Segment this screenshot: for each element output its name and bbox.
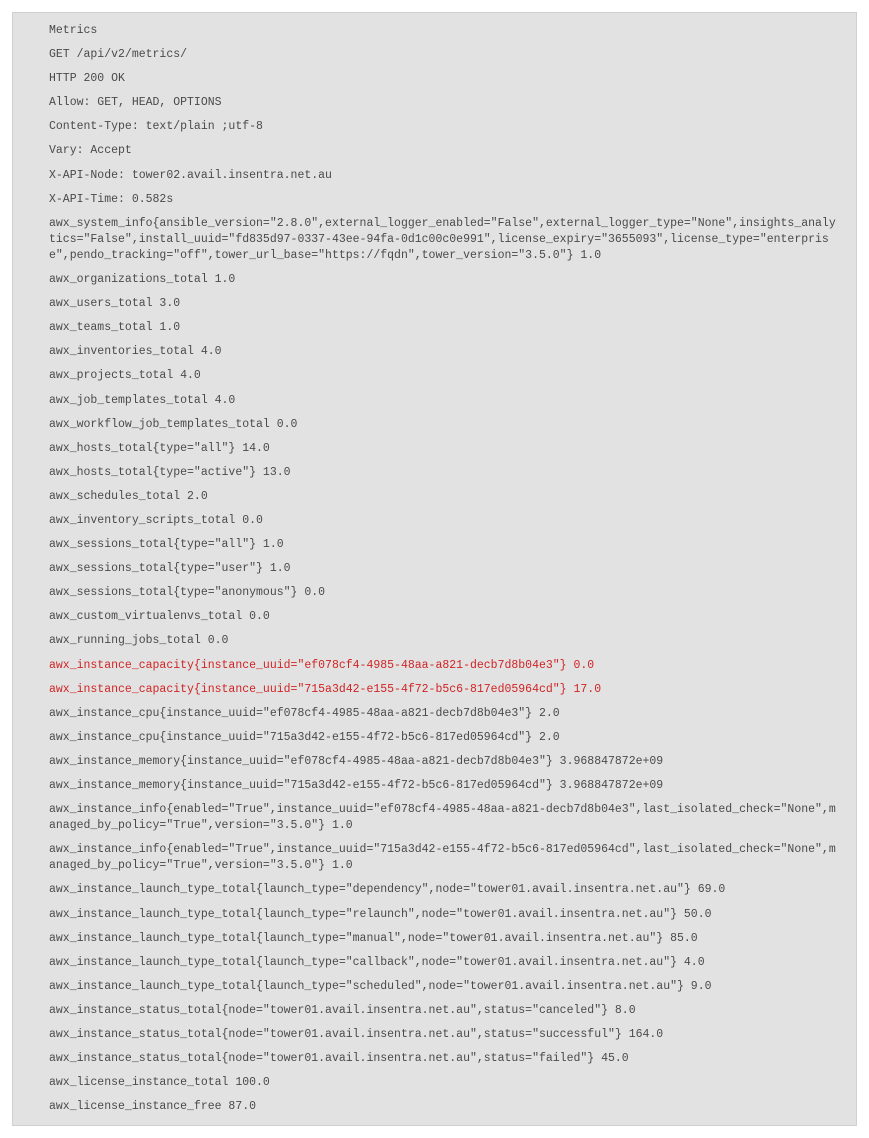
metrics-line: awx_instance_launch_type_total{launch_ty… [49,979,842,995]
metrics-line: awx_system_info{ansible_version="2.8.0",… [49,216,842,264]
metrics-line: awx_organizations_total 1.0 [49,272,842,288]
metrics-line: awx_inventories_total 4.0 [49,344,842,360]
metrics-line: awx_running_jobs_total 0.0 [49,633,842,649]
metrics-line: awx_instance_info{enabled="True",instanc… [49,842,842,874]
metrics-line: Content-Type: text/plain ;utf-8 [49,119,842,135]
metrics-line-highlight: awx_instance_capacity{instance_uuid="715… [49,682,842,698]
metrics-line: awx_teams_total 1.0 [49,320,842,336]
metrics-line: awx_instance_launch_type_total{launch_ty… [49,955,842,971]
metrics-line: awx_instance_info{enabled="True",instanc… [49,802,842,834]
metrics-line: awx_instance_launch_type_total{launch_ty… [49,931,842,947]
metrics-line: awx_inventory_scripts_total 0.0 [49,513,842,529]
metrics-line: awx_instance_cpu{instance_uuid="715a3d42… [49,730,842,746]
metrics-line: awx_job_templates_total 4.0 [49,393,842,409]
metrics-line: awx_schedules_total 2.0 [49,489,842,505]
metrics-line: awx_users_total 3.0 [49,296,842,312]
metrics-line: awx_instance_cpu{instance_uuid="ef078cf4… [49,706,842,722]
metrics-line-highlight: awx_instance_capacity{instance_uuid="ef0… [49,658,842,674]
metrics-line: GET /api/v2/metrics/ [49,47,842,63]
metrics-line: Vary: Accept [49,143,842,159]
metrics-line: awx_instance_status_total{node="tower01.… [49,1051,842,1067]
metrics-line: awx_instance_status_total{node="tower01.… [49,1027,842,1043]
metrics-line: awx_instance_status_total{node="tower01.… [49,1003,842,1019]
metrics-line: awx_license_instance_free 87.0 [49,1099,842,1115]
metrics-line: X-API-Time: 0.582s [49,192,842,208]
metrics-line: HTTP 200 OK [49,71,842,87]
metrics-line: awx_instance_memory{instance_uuid="715a3… [49,778,842,794]
metrics-line: Metrics [49,23,842,39]
metrics-line: awx_custom_virtualenvs_total 0.0 [49,609,842,625]
metrics-line: awx_hosts_total{type="all"} 14.0 [49,441,842,457]
metrics-line: awx_instance_launch_type_total{launch_ty… [49,882,842,898]
metrics-line: awx_hosts_total{type="active"} 13.0 [49,465,842,481]
metrics-line: awx_projects_total 4.0 [49,368,842,384]
metrics-line: awx_instance_launch_type_total{launch_ty… [49,907,842,923]
metrics-line: awx_sessions_total{type="user"} 1.0 [49,561,842,577]
metrics-line: awx_sessions_total{type="all"} 1.0 [49,537,842,553]
metrics-line: awx_instance_memory{instance_uuid="ef078… [49,754,842,770]
metrics-line: X-API-Node: tower02.avail.insentra.net.a… [49,168,842,184]
metrics-line: Allow: GET, HEAD, OPTIONS [49,95,842,111]
metrics-line: awx_license_instance_total 100.0 [49,1075,842,1091]
metrics-line: awx_sessions_total{type="anonymous"} 0.0 [49,585,842,601]
metrics-code-block: Metrics GET /api/v2/metrics/HTTP 200 OK Al… [12,12,857,1126]
metrics-line: awx_workflow_job_templates_total 0.0 [49,417,842,433]
